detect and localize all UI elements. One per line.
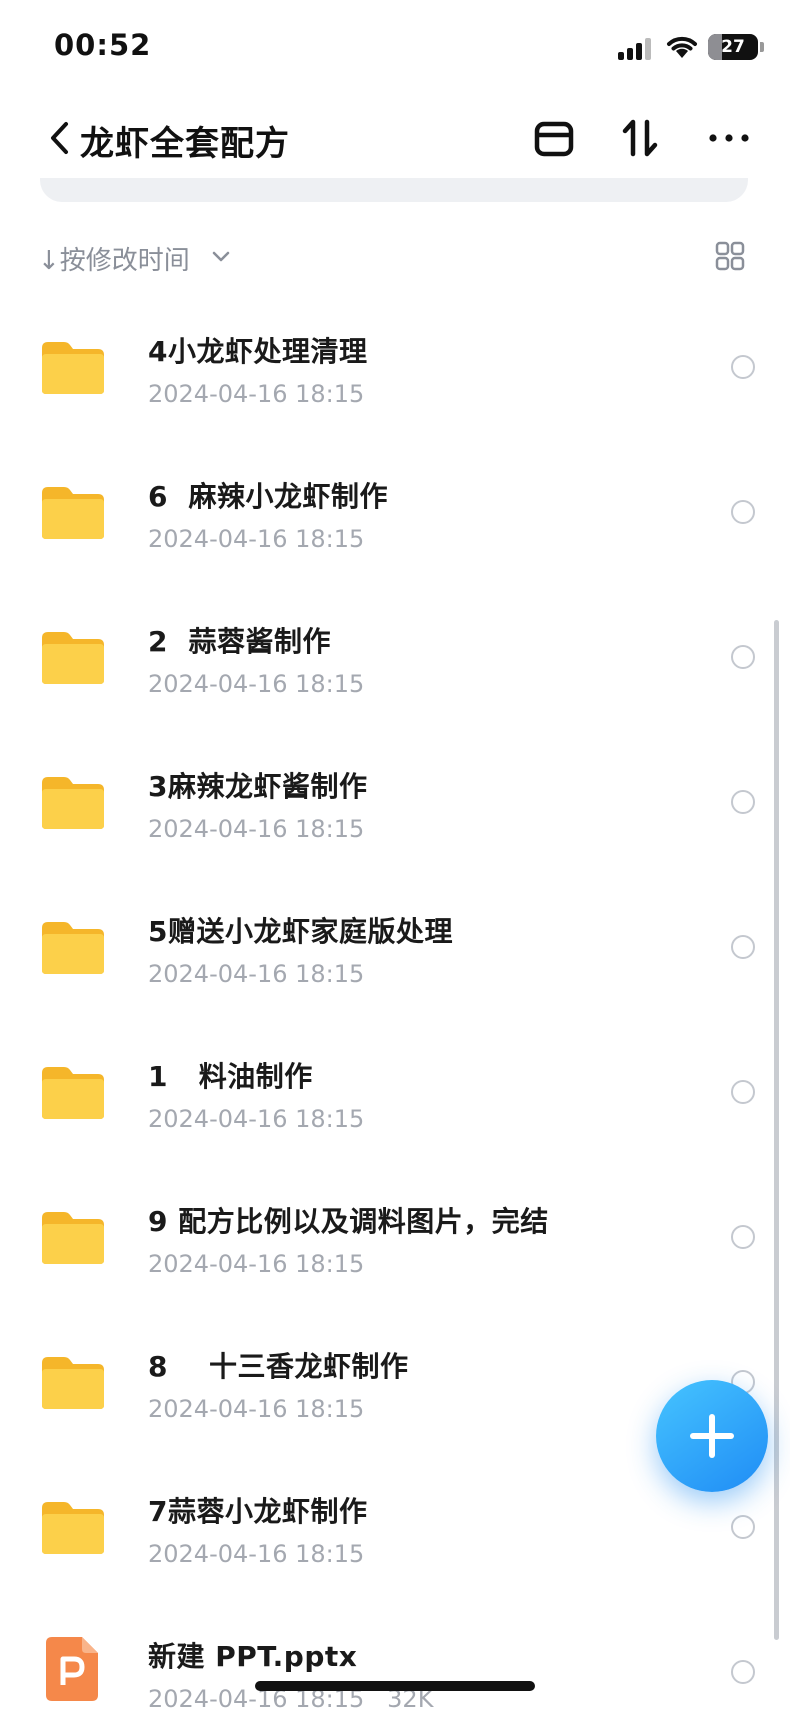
- home-indicator[interactable]: [255, 1681, 535, 1691]
- file-date: 2024-04-16 18:15: [148, 1105, 365, 1133]
- file-name: 5赠送小龙虾家庭版处理: [148, 915, 453, 948]
- folder-icon: [42, 1212, 104, 1264]
- folder-icon: [42, 922, 104, 974]
- ppt-file-icon: [46, 1637, 98, 1701]
- chevron-down-icon[interactable]: [210, 246, 232, 268]
- file-date: 2024-04-16 18:15: [148, 380, 365, 408]
- file-name: 新建 PPT.pptx: [148, 1640, 358, 1673]
- select-checkbox[interactable]: [731, 1225, 755, 1249]
- file-name: 9 配方比例以及调料图片，完结: [148, 1205, 549, 1238]
- status-bar: 00:52 27: [0, 0, 790, 100]
- sort-order-dropdown[interactable]: ↓按修改时间: [38, 240, 190, 277]
- folder-icon: [42, 1067, 104, 1119]
- top-nav-bar: 龙虾全套配方: [0, 100, 790, 180]
- grid-view-icon[interactable]: [714, 240, 746, 272]
- search-bar-edge: [40, 178, 748, 202]
- sort-button[interactable]: [614, 112, 666, 164]
- folder-icon: [42, 487, 104, 539]
- status-time: 00:52: [54, 28, 152, 62]
- file-name: 6 麻辣小龙虾制作: [148, 480, 388, 513]
- folder-icon: [42, 777, 104, 829]
- folder-icon: [42, 632, 104, 684]
- file-name: 2 蒜蓉酱制作: [148, 625, 331, 658]
- more-button[interactable]: [703, 112, 755, 164]
- folder-icon: [42, 1502, 104, 1554]
- file-list: 4小龙虾处理清理 2024-04-16 18:15 6 麻辣小龙虾制作 2024…: [0, 300, 790, 1710]
- file-row[interactable]: 9 配方比例以及调料图片，完结 2024-04-16 18:15: [0, 1170, 790, 1315]
- file-row[interactable]: 3麻辣龙虾酱制作 2024-04-16 18:15: [0, 735, 790, 880]
- file-row[interactable]: 5赠送小龙虾家庭版处理 2024-04-16 18:15: [0, 880, 790, 1025]
- file-row[interactable]: 新建 PPT.pptx 2024-04-16 18:15 32K: [0, 1605, 790, 1710]
- wifi-icon: [667, 36, 697, 58]
- battery-icon: 27: [708, 34, 758, 60]
- battery-cap: [760, 42, 764, 52]
- file-row[interactable]: 7蒜蓉小龙虾制作 2024-04-16 18:15: [0, 1460, 790, 1605]
- file-date: 2024-04-16 18:15: [148, 815, 365, 843]
- file-row[interactable]: 1 料油制作 2024-04-16 18:15: [0, 1025, 790, 1170]
- select-checkbox[interactable]: [731, 355, 755, 379]
- file-date: 2024-04-16 18:15: [148, 1395, 365, 1423]
- select-checkbox[interactable]: [731, 1660, 755, 1684]
- file-name: 7蒜蓉小龙虾制作: [148, 1495, 368, 1528]
- file-name: 1 料油制作: [148, 1060, 313, 1093]
- select-checkbox[interactable]: [731, 645, 755, 669]
- file-date: 2024-04-16 18:15: [148, 1250, 365, 1278]
- select-mode-button[interactable]: [528, 112, 580, 164]
- file-date: 2024-04-16 18:15: [148, 525, 365, 553]
- select-mode-icon: [534, 121, 574, 157]
- file-date: 2024-04-16 18:15: [148, 1540, 365, 1568]
- sort-bar: ↓按修改时间: [0, 232, 790, 282]
- sort-icon: [622, 119, 658, 157]
- select-checkbox[interactable]: [731, 790, 755, 814]
- page-title: 龙虾全套配方: [80, 124, 290, 164]
- add-button[interactable]: [656, 1380, 768, 1492]
- select-checkbox[interactable]: [731, 1080, 755, 1104]
- file-row[interactable]: 4小龙虾处理清理 2024-04-16 18:15: [0, 300, 790, 445]
- file-row[interactable]: 2 蒜蓉酱制作 2024-04-16 18:15: [0, 590, 790, 735]
- folder-icon: [42, 1357, 104, 1409]
- select-checkbox[interactable]: [731, 1515, 755, 1539]
- file-row[interactable]: 6 麻辣小龙虾制作 2024-04-16 18:15: [0, 445, 790, 590]
- folder-icon: [42, 342, 104, 394]
- file-date: 2024-04-16 18:15: [148, 960, 365, 988]
- file-date: 2024-04-16 18:15: [148, 670, 365, 698]
- select-checkbox[interactable]: [731, 935, 755, 959]
- select-checkbox[interactable]: [731, 500, 755, 524]
- file-name: 8 十三香龙虾制作: [148, 1350, 409, 1383]
- file-name: 3麻辣龙虾酱制作: [148, 770, 368, 803]
- file-name: 4小龙虾处理清理: [148, 335, 368, 368]
- cellular-signal-icon: [618, 36, 654, 60]
- back-icon[interactable]: [46, 118, 76, 158]
- more-icon: [709, 134, 749, 142]
- scrollbar[interactable]: [774, 620, 779, 1640]
- battery-percent: 27: [721, 37, 745, 57]
